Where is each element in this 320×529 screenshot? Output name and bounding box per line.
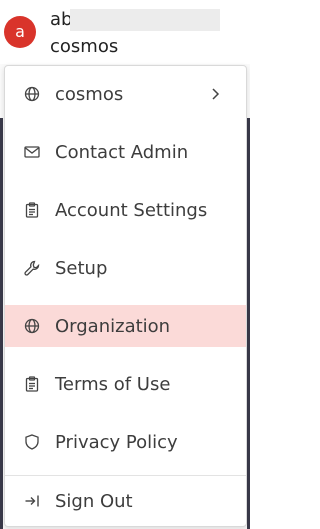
globe-icon xyxy=(23,317,41,335)
menu-item-label: Terms of Use xyxy=(55,373,171,395)
user-dropdown-menu: cosmos Contact Admin Account Settings Se… xyxy=(4,65,247,527)
menu-item-label: Account Settings xyxy=(55,199,208,221)
user-org: cosmos xyxy=(50,36,119,57)
background-edge-right xyxy=(247,118,250,529)
menu-item-label: Contact Admin xyxy=(55,141,189,163)
menu-item-privacy-policy[interactable]: Privacy Policy xyxy=(5,421,246,463)
menu-item-sign-out[interactable]: Sign Out xyxy=(5,480,246,522)
menu-item-label: Setup xyxy=(55,257,108,279)
menu-item-cosmos[interactable]: cosmos xyxy=(5,73,246,115)
chevron-right-icon xyxy=(210,86,222,102)
user-header[interactable]: a ab cosmos xyxy=(0,0,250,64)
page: a ab cosmos cosmos Contact Admin Account… xyxy=(0,0,250,529)
menu-item-label: Organization xyxy=(55,315,171,337)
clipboard-icon xyxy=(23,375,41,393)
menu-item-label: cosmos xyxy=(55,83,124,105)
shield-icon xyxy=(23,433,41,451)
menu-item-label: Privacy Policy xyxy=(55,431,178,453)
menu-item-account-settings[interactable]: Account Settings xyxy=(5,189,246,231)
wrench-icon xyxy=(23,259,41,277)
menu-item-contact-admin[interactable]: Contact Admin xyxy=(5,131,246,173)
menu-item-organization[interactable]: Organization xyxy=(5,305,246,347)
menu-item-setup[interactable]: Setup xyxy=(5,247,246,289)
menu-item-terms-of-use[interactable]: Terms of Use xyxy=(5,363,246,405)
mail-icon xyxy=(23,143,41,161)
sign-out-icon xyxy=(23,492,41,510)
globe-icon xyxy=(23,85,41,103)
avatar[interactable]: a xyxy=(4,16,36,48)
menu-divider xyxy=(5,475,246,476)
menu-item-label: Sign Out xyxy=(55,490,133,512)
clipboard-icon xyxy=(23,201,41,219)
redacted-name-block xyxy=(70,9,220,31)
background-edge-left xyxy=(0,118,3,529)
